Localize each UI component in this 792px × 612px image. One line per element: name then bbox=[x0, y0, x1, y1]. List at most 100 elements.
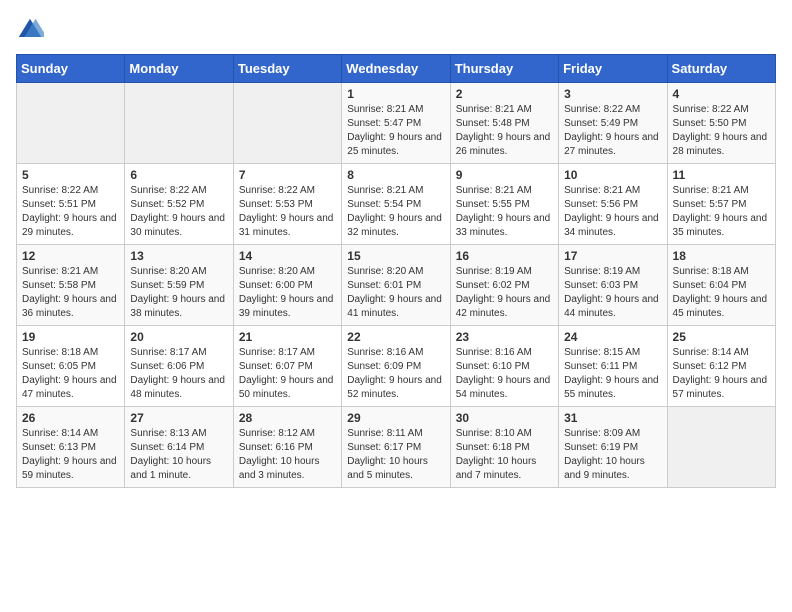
calendar-day-cell: 1 Sunrise: 8:21 AM Sunset: 5:47 PM Daylig… bbox=[342, 83, 450, 164]
calendar-day-cell: 22 Sunrise: 8:16 AM Sunset: 6:09 PM Dayli… bbox=[342, 326, 450, 407]
day-number: 14 bbox=[239, 249, 336, 263]
calendar-day-cell: 27 Sunrise: 8:13 AM Sunset: 6:14 PM Dayli… bbox=[125, 407, 233, 488]
day-number: 21 bbox=[239, 330, 336, 344]
day-info: Sunrise: 8:19 AM Sunset: 6:03 PM Dayligh… bbox=[564, 265, 661, 321]
day-info: Sunrise: 8:13 AM Sunset: 6:14 PM Dayligh… bbox=[130, 427, 227, 483]
day-info: Sunrise: 8:10 AM Sunset: 6:18 PM Dayligh… bbox=[456, 427, 553, 483]
calendar-day-cell bbox=[233, 83, 341, 164]
day-number: 15 bbox=[347, 249, 444, 263]
day-info: Sunrise: 8:22 AM Sunset: 5:51 PM Dayligh… bbox=[22, 184, 119, 240]
calendar-week-row: 26Sunrise: 8:14 AM Sunset: 6:13 PM Dayli… bbox=[17, 407, 776, 488]
calendar-day-cell: 24Sunrise: 8:15 AM Sunset: 6:11 PM Dayli… bbox=[559, 326, 667, 407]
page-header bbox=[16, 16, 776, 44]
day-info: Sunrise: 8:21 AM Sunset: 5:56 PM Dayligh… bbox=[564, 184, 661, 240]
day-of-week-header: Monday bbox=[125, 55, 233, 83]
logo bbox=[16, 16, 48, 44]
calendar-day-cell: 10 Sunrise: 8:21 AM Sunset: 5:56 PM Dayli… bbox=[559, 164, 667, 245]
day-info: Sunrise: 8:11 AM Sunset: 6:17 PM Dayligh… bbox=[347, 427, 444, 483]
day-of-week-header: Sunday bbox=[17, 55, 125, 83]
day-info: Sunrise: 8:20 AM Sunset: 5:59 PM Dayligh… bbox=[130, 265, 227, 321]
day-number: 24 bbox=[564, 330, 661, 344]
day-of-week-header: Tuesday bbox=[233, 55, 341, 83]
day-number: 19 bbox=[22, 330, 119, 344]
day-info: Sunrise: 8:12 AM Sunset: 6:16 PM Dayligh… bbox=[239, 427, 336, 483]
calendar-day-cell: 4Sunrise: 8:22 AM Sunset: 5:50 PM Daylig… bbox=[667, 83, 775, 164]
day-number: 6 bbox=[130, 168, 227, 182]
day-number: 8 bbox=[347, 168, 444, 182]
calendar-day-cell: 8 Sunrise: 8:21 AM Sunset: 5:54 PM Daylig… bbox=[342, 164, 450, 245]
day-info: Sunrise: 8:16 AM Sunset: 6:09 PM Dayligh… bbox=[347, 346, 444, 402]
calendar-day-cell bbox=[17, 83, 125, 164]
calendar-day-cell: 31 Sunrise: 8:09 AM Sunset: 6:19 PM Dayli… bbox=[559, 407, 667, 488]
day-info: Sunrise: 8:21 AM Sunset: 5:58 PM Dayligh… bbox=[22, 265, 119, 321]
calendar-day-cell: 12 Sunrise: 8:21 AM Sunset: 5:58 PM Dayli… bbox=[17, 245, 125, 326]
day-number: 5 bbox=[22, 168, 119, 182]
day-number: 12 bbox=[22, 249, 119, 263]
logo-icon bbox=[16, 16, 44, 44]
calendar-day-cell: 17 Sunrise: 8:19 AM Sunset: 6:03 PM Dayli… bbox=[559, 245, 667, 326]
day-info: Sunrise: 8:21 AM Sunset: 5:55 PM Dayligh… bbox=[456, 184, 553, 240]
calendar-day-cell: 7 Sunrise: 8:22 AM Sunset: 5:53 PM Daylig… bbox=[233, 164, 341, 245]
calendar-week-row: 5 Sunrise: 8:22 AM Sunset: 5:51 PM Daylig… bbox=[17, 164, 776, 245]
day-number: 7 bbox=[239, 168, 336, 182]
calendar-day-cell: 23 Sunrise: 8:16 AM Sunset: 6:10 PM Dayli… bbox=[450, 326, 558, 407]
day-info: Sunrise: 8:22 AM Sunset: 5:50 PM Dayligh… bbox=[673, 103, 770, 159]
day-number: 27 bbox=[130, 411, 227, 425]
calendar-day-cell: 11 Sunrise: 8:21 AM Sunset: 5:57 PM Dayli… bbox=[667, 164, 775, 245]
calendar-week-row: 12 Sunrise: 8:21 AM Sunset: 5:58 PM Dayli… bbox=[17, 245, 776, 326]
calendar-day-cell: 29 Sunrise: 8:11 AM Sunset: 6:17 PM Dayli… bbox=[342, 407, 450, 488]
day-info: Sunrise: 8:20 AM Sunset: 6:00 PM Dayligh… bbox=[239, 265, 336, 321]
day-number: 17 bbox=[564, 249, 661, 263]
calendar-day-cell: 6 Sunrise: 8:22 AM Sunset: 5:52 PM Daylig… bbox=[125, 164, 233, 245]
day-number: 10 bbox=[564, 168, 661, 182]
day-of-week-header: Friday bbox=[559, 55, 667, 83]
calendar-day-cell bbox=[125, 83, 233, 164]
calendar-day-cell: 26Sunrise: 8:14 AM Sunset: 6:13 PM Dayli… bbox=[17, 407, 125, 488]
day-number: 9 bbox=[456, 168, 553, 182]
day-number: 2 bbox=[456, 87, 553, 101]
day-info: Sunrise: 8:18 AM Sunset: 6:05 PM Dayligh… bbox=[22, 346, 119, 402]
calendar-day-cell: 16 Sunrise: 8:19 AM Sunset: 6:02 PM Dayli… bbox=[450, 245, 558, 326]
day-info: Sunrise: 8:21 AM Sunset: 5:47 PM Dayligh… bbox=[347, 103, 444, 159]
calendar-day-cell: 18Sunrise: 8:18 AM Sunset: 6:04 PM Dayli… bbox=[667, 245, 775, 326]
day-number: 29 bbox=[347, 411, 444, 425]
day-number: 26 bbox=[22, 411, 119, 425]
day-info: Sunrise: 8:09 AM Sunset: 6:19 PM Dayligh… bbox=[564, 427, 661, 483]
calendar-day-cell: 21 Sunrise: 8:17 AM Sunset: 6:07 PM Dayli… bbox=[233, 326, 341, 407]
day-number: 11 bbox=[673, 168, 770, 182]
day-info: Sunrise: 8:19 AM Sunset: 6:02 PM Dayligh… bbox=[456, 265, 553, 321]
day-info: Sunrise: 8:17 AM Sunset: 6:07 PM Dayligh… bbox=[239, 346, 336, 402]
calendar-day-cell: 28 Sunrise: 8:12 AM Sunset: 6:16 PM Dayli… bbox=[233, 407, 341, 488]
day-info: Sunrise: 8:21 AM Sunset: 5:54 PM Dayligh… bbox=[347, 184, 444, 240]
day-info: Sunrise: 8:22 AM Sunset: 5:52 PM Dayligh… bbox=[130, 184, 227, 240]
day-number: 13 bbox=[130, 249, 227, 263]
calendar-day-cell: 20Sunrise: 8:17 AM Sunset: 6:06 PM Dayli… bbox=[125, 326, 233, 407]
day-info: Sunrise: 8:21 AM Sunset: 5:57 PM Dayligh… bbox=[673, 184, 770, 240]
calendar-day-cell: 13 Sunrise: 8:20 AM Sunset: 5:59 PM Dayli… bbox=[125, 245, 233, 326]
calendar-day-cell: 5 Sunrise: 8:22 AM Sunset: 5:51 PM Daylig… bbox=[17, 164, 125, 245]
day-number: 20 bbox=[130, 330, 227, 344]
day-info: Sunrise: 8:22 AM Sunset: 5:53 PM Dayligh… bbox=[239, 184, 336, 240]
day-number: 28 bbox=[239, 411, 336, 425]
day-number: 3 bbox=[564, 87, 661, 101]
day-info: Sunrise: 8:21 AM Sunset: 5:48 PM Dayligh… bbox=[456, 103, 553, 159]
day-number: 31 bbox=[564, 411, 661, 425]
day-number: 18 bbox=[673, 249, 770, 263]
day-of-week-header: Wednesday bbox=[342, 55, 450, 83]
calendar-day-cell: 30Sunrise: 8:10 AM Sunset: 6:18 PM Dayli… bbox=[450, 407, 558, 488]
calendar-day-cell bbox=[667, 407, 775, 488]
day-info: Sunrise: 8:16 AM Sunset: 6:10 PM Dayligh… bbox=[456, 346, 553, 402]
calendar-day-cell: 25Sunrise: 8:14 AM Sunset: 6:12 PM Dayli… bbox=[667, 326, 775, 407]
day-number: 16 bbox=[456, 249, 553, 263]
day-number: 25 bbox=[673, 330, 770, 344]
calendar-day-cell: 15 Sunrise: 8:20 AM Sunset: 6:01 PM Dayli… bbox=[342, 245, 450, 326]
calendar-day-cell: 3Sunrise: 8:22 AM Sunset: 5:49 PM Daylig… bbox=[559, 83, 667, 164]
day-number: 1 bbox=[347, 87, 444, 101]
day-number: 23 bbox=[456, 330, 553, 344]
calendar-day-cell: 2 Sunrise: 8:21 AM Sunset: 5:48 PM Daylig… bbox=[450, 83, 558, 164]
calendar-day-cell: 14 Sunrise: 8:20 AM Sunset: 6:00 PM Dayli… bbox=[233, 245, 341, 326]
day-info: Sunrise: 8:20 AM Sunset: 6:01 PM Dayligh… bbox=[347, 265, 444, 321]
calendar-table: SundayMondayTuesdayWednesdayThursdayFrid… bbox=[16, 54, 776, 488]
day-number: 22 bbox=[347, 330, 444, 344]
calendar-header-row: SundayMondayTuesdayWednesdayThursdayFrid… bbox=[17, 55, 776, 83]
